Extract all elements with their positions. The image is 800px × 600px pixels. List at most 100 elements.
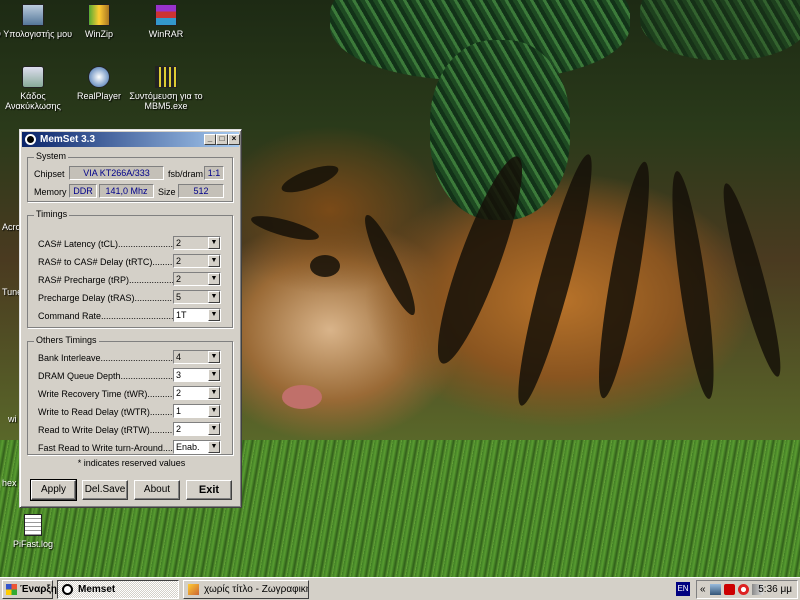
chevron-down-icon[interactable]: ▼ — [208, 309, 220, 321]
network-icon[interactable] — [710, 584, 721, 595]
cas-latency-select[interactable]: 2 ▼ — [173, 236, 221, 250]
memset-app-icon — [25, 134, 36, 145]
taskbar-item-paint[interactable]: χωρίς τίτλο - Ζωγραφική — [183, 580, 309, 599]
window-title: MemSet 3.3 — [40, 134, 96, 145]
tiger-stripe — [357, 210, 423, 320]
text-file-icon — [24, 514, 42, 536]
start-label: Έναρξη — [20, 584, 57, 595]
timings-group-title: Timings — [34, 209, 70, 219]
paint-app-icon — [188, 584, 199, 595]
chipset-label: Chipset — [34, 169, 65, 179]
windows-logo-icon — [6, 584, 17, 595]
select-value: Enab. — [176, 442, 200, 452]
ras-precharge-select[interactable]: 2 ▼ — [173, 272, 221, 286]
chevron-down-icon[interactable]: ▼ — [208, 423, 220, 435]
desktop-icon-mbm5-shortcut[interactable]: Συντόμευση για το MBM5.exe — [126, 66, 206, 111]
bank-interleave-label: Bank Interleave.........................… — [38, 353, 174, 363]
write-recovery-label: Write Recovery Time (tWR)........... — [38, 389, 175, 399]
memory-speed-value: 141,0 Mhz — [99, 184, 154, 198]
about-button[interactable]: About — [134, 480, 180, 500]
start-button[interactable]: Έναρξη — [2, 580, 57, 599]
memset-window: MemSet 3.3 _ □ × System Chipset VIA KT26… — [19, 129, 242, 508]
chevron-down-icon[interactable]: ▼ — [208, 291, 220, 303]
foliage — [640, 0, 800, 60]
command-rate-label: Command Rate............................… — [38, 311, 177, 321]
bank-interleave-select[interactable]: 4 ▼ — [173, 350, 221, 364]
desktop-icon-winrar[interactable]: WinRAR — [126, 4, 206, 39]
select-value: 1T — [176, 310, 187, 320]
write-to-read-label: Write to Read Delay (tWTR)........... — [38, 407, 178, 417]
ras-precharge-label: RAS# Precharge (tRP).................. — [38, 275, 175, 285]
select-value: 2 — [176, 238, 182, 248]
fsb-value: 1:1 — [204, 166, 224, 180]
my-computer-icon — [22, 4, 44, 26]
select-value: 3 — [176, 370, 182, 380]
select-value: 2 — [176, 274, 182, 284]
exit-button[interactable]: Exit — [186, 480, 232, 500]
dram-queue-depth-label: DRAM Queue Depth........................ — [38, 371, 181, 381]
show-hidden-icons-icon[interactable]: « — [700, 581, 706, 598]
mbm5-shortcut-icon — [155, 66, 177, 88]
partial-desktop-label: hex — [2, 478, 17, 488]
taskbar-item-label: Memset — [78, 584, 116, 595]
chevron-down-icon[interactable]: ▼ — [208, 441, 220, 453]
desktop-icon-label: Κάδος Ανακύκλωσης — [5, 91, 61, 111]
fast-read-write-label: Fast Read to Write turn-Around......... — [38, 443, 186, 453]
chevron-down-icon[interactable]: ▼ — [208, 369, 220, 381]
select-value: 2 — [176, 256, 182, 266]
write-to-read-select[interactable]: 1 ▼ — [173, 404, 221, 418]
partial-desktop-label: wi — [8, 414, 17, 424]
tiger-eye — [310, 255, 340, 277]
command-rate-select[interactable]: 1T ▼ — [173, 308, 221, 322]
system-group-title: System — [34, 151, 69, 161]
chipset-value: VIA KT266A/333 — [69, 166, 164, 180]
delsave-button[interactable]: Del.Save — [82, 480, 128, 500]
precharge-delay-label: Precharge Delay (tRAS)............... — [38, 293, 173, 303]
close-button[interactable]: × — [228, 134, 240, 145]
language-indicator[interactable]: EN — [676, 582, 690, 596]
chevron-down-icon[interactable]: ▼ — [208, 255, 220, 267]
winrar-icon — [155, 4, 177, 26]
desktop-icon-label: RealPlayer — [76, 91, 122, 101]
precharge-delay-select[interactable]: 5 ▼ — [173, 290, 221, 304]
read-to-write-label: Read to Write Delay (tRTW)........... — [38, 425, 178, 435]
antivirus-tray-icon[interactable] — [738, 584, 749, 595]
desktop-icon-pifast-log[interactable]: PiFast.log — [0, 514, 73, 549]
fsb-label: fsb/dram — [168, 169, 204, 179]
memory-type-value: DDR — [69, 184, 97, 198]
fast-read-write-select[interactable]: Enab. ▼ — [173, 440, 221, 454]
desktop-icon-label: WinZip — [84, 29, 113, 39]
tiger-stripe — [589, 159, 659, 401]
reserved-values-note: * indicates reserved values — [77, 458, 186, 468]
apply-button[interactable]: Apply — [30, 479, 77, 501]
memset-app-icon — [62, 584, 73, 595]
dram-queue-depth-select[interactable]: 3 ▼ — [173, 368, 221, 382]
tiger-stripe — [714, 180, 790, 380]
chevron-down-icon[interactable]: ▼ — [208, 273, 220, 285]
ras-to-cas-select[interactable]: 2 ▼ — [173, 254, 221, 268]
recycle-bin-icon — [22, 66, 44, 88]
memory-label: Memory — [34, 187, 67, 197]
chevron-down-icon[interactable]: ▼ — [208, 405, 220, 417]
chevron-down-icon[interactable]: ▼ — [208, 237, 220, 249]
select-value: 4 — [176, 352, 182, 362]
taskbar-item-memset[interactable]: Memset — [57, 580, 179, 599]
maximize-button[interactable]: □ — [216, 134, 228, 145]
realplayer-icon — [88, 66, 110, 88]
size-value: 512 — [178, 184, 224, 198]
clock[interactable]: 5:36 μμ — [758, 581, 792, 598]
select-value: 2 — [176, 424, 182, 434]
select-value: 1 — [176, 406, 182, 416]
ras-to-cas-label: RAS# to CAS# Delay (tRTC).......... — [38, 257, 178, 267]
chevron-down-icon[interactable]: ▼ — [208, 387, 220, 399]
tiger-stripe — [249, 211, 321, 245]
acrobat-tray-icon[interactable] — [724, 584, 735, 595]
chevron-down-icon[interactable]: ▼ — [208, 351, 220, 363]
minimize-button[interactable]: _ — [204, 134, 216, 145]
write-recovery-select[interactable]: 2 ▼ — [173, 386, 221, 400]
cas-latency-label: CAS# Latency (tCL)......................… — [38, 239, 179, 249]
tiger-nose — [282, 385, 322, 409]
size-label: Size — [158, 187, 176, 197]
read-to-write-select[interactable]: 2 ▼ — [173, 422, 221, 436]
partial-desktop-label: Acro — [2, 222, 21, 232]
